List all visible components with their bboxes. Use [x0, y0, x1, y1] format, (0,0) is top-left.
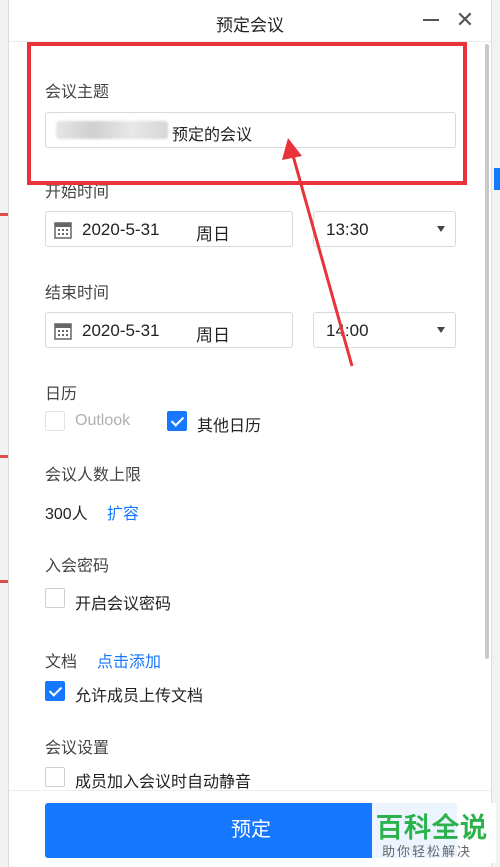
password-label: 入会密码 — [45, 558, 110, 575]
watermark-subtitle: 助你轻松解决 — [382, 844, 473, 859]
scrollbar[interactable] — [485, 44, 489, 659]
outlook-label: Outlook — [75, 412, 131, 429]
close-icon: ✕ — [455, 7, 475, 32]
settings-label: 会议设置 — [45, 740, 110, 757]
background-marker — [0, 455, 8, 458]
expand-capacity-link[interactable]: 扩容 — [107, 500, 139, 524]
title-bar: 预定会议 ✕ — [9, 0, 491, 42]
end-date-picker[interactable]: 2020-5-31 周日 — [45, 312, 293, 348]
redacted-text — [56, 121, 168, 139]
start-time-select[interactable]: 13:30 — [313, 211, 456, 247]
watermark-title: 百科全说 — [376, 813, 488, 843]
end-time-select[interactable]: 14:00 — [313, 312, 456, 348]
end-time-label: 结束时间 — [45, 285, 110, 302]
allow-upload-option: 允许成员上传文档 — [75, 688, 204, 705]
topic-value: 预定的会议 — [172, 127, 253, 144]
background-right-edge — [492, 0, 500, 867]
footer-divider — [9, 790, 491, 791]
add-document-link[interactable]: 点击添加 — [97, 648, 161, 672]
allow-upload-checkbox[interactable] — [45, 681, 65, 701]
meeting-password-checkbox[interactable] — [45, 588, 65, 608]
docs-label: 文档 — [45, 654, 78, 671]
book-meeting-dialog: 预定会议 ✕ 会议主题 预定的会议 开始时间 2020-5-31 周日 13:3… — [8, 0, 492, 867]
minimize-icon — [423, 19, 439, 21]
meeting-password-option: 开启会议密码 — [75, 596, 172, 613]
start-date: 2020-5-31 — [82, 220, 160, 239]
start-date-picker[interactable]: 2020-5-31 周日 — [45, 211, 293, 247]
other-calendar-label: 其他日历 — [197, 418, 262, 435]
capacity-label: 会议人数上限 — [45, 467, 142, 484]
calendar-label: 日历 — [45, 386, 78, 403]
background-marker — [0, 580, 8, 583]
end-date: 2020-5-31 — [82, 321, 160, 340]
end-weekday: 周日 — [196, 326, 230, 345]
start-time-label: 开始时间 — [45, 184, 110, 201]
calendar-icon — [54, 222, 72, 239]
start-weekday: 周日 — [196, 225, 230, 244]
background-left-edge — [0, 0, 8, 867]
background-marker — [0, 213, 8, 216]
chevron-down-icon — [437, 327, 445, 333]
close-button[interactable]: ✕ — [453, 7, 477, 32]
capacity-value: 300人 — [45, 506, 88, 523]
minimize-button[interactable] — [419, 8, 443, 32]
auto-mute-option: 成员加入会议时自动静音 — [75, 774, 252, 791]
other-calendar-checkbox[interactable] — [167, 411, 187, 431]
auto-mute-checkbox[interactable] — [45, 767, 65, 787]
chevron-down-icon — [437, 226, 445, 232]
start-time-value: 13:30 — [326, 220, 369, 239]
topic-label: 会议主题 — [45, 84, 110, 101]
topic-input[interactable]: 预定的会议 — [45, 112, 456, 148]
end-time-value: 14:00 — [326, 321, 369, 340]
calendar-icon — [54, 323, 72, 340]
watermark: 百科全说 助你轻松解决 — [372, 803, 496, 863]
background-marker — [494, 168, 500, 190]
outlook-checkbox[interactable] — [45, 411, 65, 431]
